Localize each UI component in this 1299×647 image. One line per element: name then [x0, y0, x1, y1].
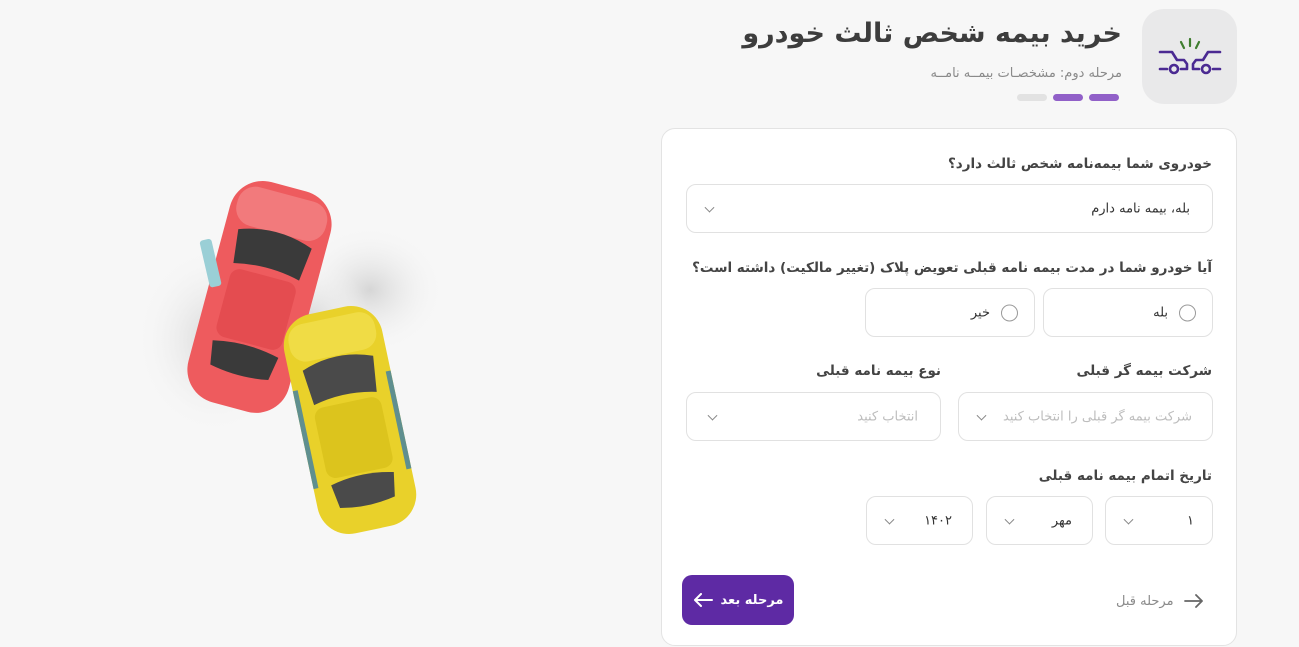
- chevron-down-icon: [976, 410, 987, 421]
- previous-policy-type-label: نوع بیمه نامه قبلی: [816, 363, 941, 379]
- previous-insurer-label: شرکت بیمه گر قبلی: [1076, 363, 1212, 379]
- plate-change-yes-radio[interactable]: بله: [1043, 288, 1213, 337]
- previous-insurer-placeholder: شرکت بیمه گر قبلی را انتخاب کنید: [1003, 409, 1192, 424]
- radio-label-yes: بله: [1153, 305, 1168, 320]
- previous-policy-type-placeholder: انتخاب کنید: [857, 409, 918, 424]
- chevron-down-icon: [1004, 514, 1015, 525]
- radio-circle-icon: [1001, 304, 1018, 321]
- arrow-left-icon: [693, 593, 713, 607]
- page-subtitle: مرحله دوم: مشخصـات بیمــه نامــه: [930, 66, 1122, 81]
- car-crash-illustration: [120, 170, 480, 550]
- expiry-year-select[interactable]: ۱۴۰۲: [866, 496, 973, 545]
- step-progress: [1017, 94, 1119, 101]
- step-indicator-1: [1089, 94, 1119, 101]
- chevron-down-icon: [884, 514, 895, 525]
- plate-change-no-radio[interactable]: خیر: [865, 288, 1035, 337]
- expiry-day-select[interactable]: ۱: [1105, 496, 1213, 545]
- has-insurance-value: بله، بیمه نامه دارم: [1091, 201, 1190, 216]
- next-step-label: مرحله بعد: [720, 592, 784, 608]
- radio-circle-icon: [1179, 304, 1196, 321]
- expiry-month-select[interactable]: مهر: [986, 496, 1093, 545]
- expiry-day-value: ۱: [1187, 513, 1194, 528]
- previous-insurer-select[interactable]: شرکت بیمه گر قبلی را انتخاب کنید: [958, 392, 1213, 441]
- chevron-down-icon: [1123, 514, 1134, 525]
- step-indicator-2: [1053, 94, 1083, 101]
- expiry-year-value: ۱۴۰۲: [924, 513, 952, 528]
- page-title: خرید بیمه شخص ثالث خودرو: [742, 18, 1122, 49]
- chevron-down-icon: [707, 410, 718, 421]
- chevron-down-icon: [704, 202, 715, 213]
- radio-label-no: خیر: [970, 305, 990, 320]
- plate-change-label: آیا خودرو شما در مدت بیمه نامه قبلی تعوی…: [692, 260, 1212, 276]
- previous-step-button[interactable]: مرحله قبل: [1116, 589, 1204, 613]
- has-insurance-label: خودروی شما بیمه‌نامه شخص ثالث دارد؟: [947, 156, 1212, 172]
- step-indicator-3: [1017, 94, 1047, 101]
- next-step-button[interactable]: مرحله بعد: [682, 575, 794, 625]
- previous-step-label: مرحله قبل: [1116, 593, 1174, 609]
- expiry-month-value: مهر: [1051, 513, 1072, 528]
- previous-policy-type-select[interactable]: انتخاب کنید: [686, 392, 941, 441]
- expiry-date-label: تاریخ اتمام بیمه نامه قبلی: [1038, 468, 1212, 484]
- car-crash-icon: [1142, 9, 1237, 104]
- arrow-right-icon: [1183, 594, 1203, 608]
- has-insurance-select[interactable]: بله، بیمه نامه دارم: [686, 184, 1213, 233]
- insurance-form-card: خودروی شما بیمه‌نامه شخص ثالث دارد؟ بله،…: [661, 128, 1237, 646]
